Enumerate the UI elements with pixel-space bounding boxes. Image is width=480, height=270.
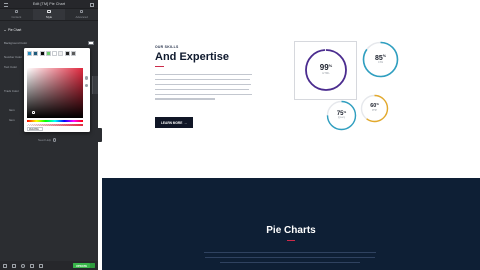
tab-style-label: Style bbox=[45, 14, 53, 19]
need-help-link[interactable]: Need Help ? bbox=[38, 138, 57, 142]
brush-icon bbox=[47, 10, 51, 14]
control-label: Track Color bbox=[4, 89, 19, 93]
panel-header: Edit [TM] Pie Chart bbox=[0, 0, 98, 9]
skills-paragraph bbox=[155, 74, 252, 103]
preset-swatch[interactable] bbox=[27, 51, 32, 56]
update-button[interactable]: UPDATE bbox=[73, 262, 90, 269]
panel-tabs: Content Style Advanced bbox=[0, 9, 98, 21]
clear-color-icon[interactable] bbox=[84, 83, 88, 87]
responsive-mode-icon[interactable] bbox=[30, 263, 34, 268]
pie-chart-html: 99% HTML bbox=[304, 48, 348, 92]
arrow-right-icon: → bbox=[183, 120, 188, 125]
color-picker-popup: #E0283E bbox=[24, 48, 90, 132]
section-title: Pie Chart bbox=[8, 28, 22, 32]
update-options-arrow[interactable] bbox=[90, 262, 95, 269]
headline-underline bbox=[155, 66, 164, 67]
pencil-icon bbox=[14, 10, 19, 14]
control-label: Text Color bbox=[4, 65, 18, 69]
saturation-area[interactable] bbox=[27, 68, 83, 118]
pie-chart-jquery: 75% jQuery bbox=[326, 100, 357, 131]
pie-label: jQuery bbox=[337, 116, 346, 120]
section-eyebrow: OUR SKILLS bbox=[155, 45, 179, 49]
tab-advanced-label: Advanced bbox=[75, 14, 88, 19]
preview-eye-icon[interactable] bbox=[39, 263, 43, 268]
tab-content-label: Content bbox=[11, 14, 22, 19]
preset-swatch[interactable] bbox=[45, 51, 51, 56]
preset-swatch[interactable] bbox=[33, 51, 39, 56]
pie-label: HTML bbox=[322, 71, 330, 76]
settings-icon[interactable] bbox=[3, 263, 7, 268]
gear-icon bbox=[79, 10, 84, 14]
color-swatch-button[interactable] bbox=[88, 40, 94, 46]
repeater-item-label: Item bbox=[9, 118, 15, 122]
panel-title: Edit [TM] Pie Chart bbox=[32, 2, 66, 6]
color-presets bbox=[27, 51, 77, 56]
opacity-slider[interactable] bbox=[27, 123, 83, 126]
skills-section: OUR SKILLS And Expertise LEARN MORE → 99… bbox=[102, 0, 480, 178]
pie-chart-css: 85% CSS bbox=[362, 41, 399, 78]
repeater-item-label: Item bbox=[9, 108, 15, 112]
preset-swatch[interactable] bbox=[71, 51, 77, 56]
control-label: Number Color bbox=[4, 55, 22, 59]
pie-label: PHP bbox=[372, 108, 377, 112]
learn-more-label: LEARN MORE bbox=[160, 120, 183, 125]
help-icon: ? bbox=[52, 138, 57, 142]
section-headline: And Expertise bbox=[155, 51, 229, 63]
eyedropper-icon[interactable] bbox=[84, 76, 88, 80]
widgets-grid-icon[interactable] bbox=[90, 2, 94, 7]
pie-chart-php: 60% PHP bbox=[360, 94, 389, 123]
control-label: Background Color bbox=[4, 41, 28, 45]
pie-charts-section: Pie Charts bbox=[102, 178, 480, 270]
swatch-side-strip[interactable] bbox=[92, 76, 98, 94]
tab-advanced[interactable]: Advanced bbox=[65, 9, 98, 20]
need-help-label: Need Help bbox=[38, 138, 52, 142]
picker-side-tools bbox=[84, 76, 89, 87]
hex-input[interactable]: #E0283E bbox=[27, 127, 43, 131]
preset-swatch[interactable] bbox=[39, 51, 45, 56]
hamburger-menu-icon[interactable] bbox=[4, 2, 8, 7]
preset-swatch[interactable] bbox=[58, 51, 64, 56]
section-title: Pie Charts bbox=[266, 225, 316, 236]
section-header-pie-chart[interactable]: Pie Chart bbox=[0, 27, 98, 33]
saturation-handle[interactable] bbox=[32, 111, 35, 114]
section-paragraph bbox=[204, 252, 376, 267]
preset-swatch[interactable] bbox=[64, 51, 70, 56]
tab-content[interactable]: Content bbox=[0, 9, 33, 20]
title-underline bbox=[287, 240, 295, 241]
hue-slider[interactable] bbox=[27, 120, 83, 123]
pie-label: CSS bbox=[377, 60, 384, 64]
navigator-icon[interactable] bbox=[12, 263, 16, 268]
control-background-color: Background Color bbox=[4, 40, 94, 46]
panel-footer: UPDATE bbox=[0, 261, 98, 270]
learn-more-button[interactable]: LEARN MORE → bbox=[155, 117, 193, 128]
history-icon[interactable] bbox=[21, 263, 25, 268]
caret-down-icon bbox=[4, 29, 6, 31]
editor-panel: Edit [TM] Pie Chart Content Style Advanc… bbox=[0, 0, 98, 270]
preset-swatch[interactable] bbox=[52, 51, 58, 56]
tab-style[interactable]: Style bbox=[32, 9, 66, 20]
editor-app: Edit [TM] Pie Chart Content Style Advanc… bbox=[0, 0, 480, 270]
